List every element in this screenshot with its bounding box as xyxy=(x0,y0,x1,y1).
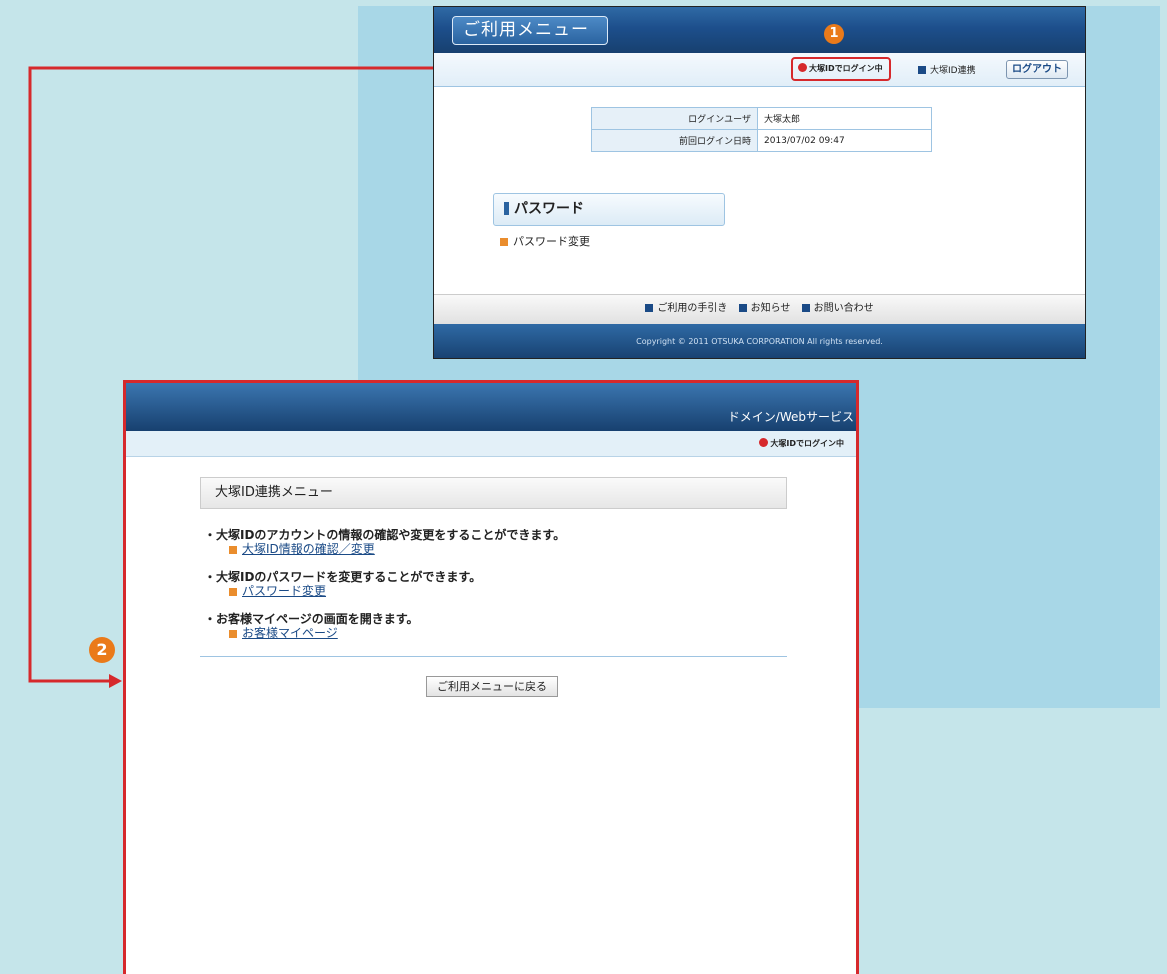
footer-nav: ご利用の手引き お知らせ お問い合わせ xyxy=(434,294,1085,324)
back-to-menu-button[interactable]: ご利用メニューに戻る xyxy=(426,676,558,697)
otsuka-login-status: 大塚IDでログイン中 xyxy=(791,57,891,81)
login-user-value: 大塚太郎 xyxy=(757,107,932,130)
footer-link-label: ご利用の手引き xyxy=(657,303,728,314)
link-label: 大塚ID情報の確認／変更 xyxy=(242,542,375,556)
window-header: ご利用メニュー 1 xyxy=(434,7,1085,53)
service-title: ドメイン/Webサービス xyxy=(727,410,854,424)
table-row: ログインユーザ 大塚太郎 xyxy=(591,107,932,130)
divider xyxy=(200,656,787,657)
page-title: ご利用メニュー xyxy=(452,16,608,45)
account-info-link[interactable]: 大塚ID情報の確認／変更 xyxy=(229,542,375,557)
callout-badge-1: 1 xyxy=(824,24,844,44)
login-status-label: 大塚IDでログイン中 xyxy=(770,439,844,448)
link-label: お客様マイページ xyxy=(242,626,338,640)
arrow-square-icon xyxy=(918,66,926,74)
last-login-value: 2013/07/02 09:47 xyxy=(757,129,932,152)
password-change-link[interactable]: パスワード変更 xyxy=(229,584,326,599)
login-user-label: ログインユーザ xyxy=(591,107,758,130)
footer-link-label: お問い合わせ xyxy=(813,303,874,314)
arrow-square-icon xyxy=(229,630,237,638)
menu-title: 大塚ID連携メニュー xyxy=(200,477,787,509)
callout-badge-2: 2 xyxy=(89,637,115,663)
password-change-label: パスワード変更 xyxy=(513,235,590,248)
otsuka-login-status: 大塚IDでログイン中 xyxy=(759,437,844,451)
item-description: ・大塚IDのパスワードを変更することができます。 xyxy=(204,570,482,584)
footer-link-contact[interactable]: お問い合わせ xyxy=(801,303,874,314)
arrow-square-icon xyxy=(229,546,237,554)
arrow-square-icon xyxy=(738,304,747,312)
otsuka-id-menu-window: ドメイン/Webサービス 大塚IDでログイン中 大塚ID連携メニュー ・大塚ID… xyxy=(123,380,859,974)
login-status-icon xyxy=(798,63,807,72)
item-description: ・大塚IDのアカウントの情報の確認や変更をすることができます。 xyxy=(204,528,566,542)
usage-menu-window: ご利用メニュー 1 大塚IDでログイン中 大塚ID連携 ログアウト ログインユー… xyxy=(433,6,1086,359)
link-label: パスワード変更 xyxy=(242,584,327,598)
footer-link-guide[interactable]: ご利用の手引き xyxy=(645,303,727,314)
login-status-label: 大塚IDでログイン中 xyxy=(809,64,883,73)
login-status-icon xyxy=(759,438,769,447)
last-login-label: 前回ログイン日時 xyxy=(591,129,758,152)
footer-link-label: お知らせ xyxy=(750,303,791,314)
item-description: ・お客様マイページの画面を開きます。 xyxy=(204,612,419,626)
copyright: Copyright © 2011 OTSUKA CORPORATION All … xyxy=(434,324,1085,358)
otsuka-id-link[interactable]: 大塚ID連携 xyxy=(918,62,976,80)
password-section-label: パスワード xyxy=(514,201,584,217)
arrow-square-icon xyxy=(801,304,810,312)
section-bar-icon xyxy=(504,202,509,215)
arrow-square-icon xyxy=(229,588,237,596)
logout-button[interactable]: ログアウト xyxy=(1006,60,1068,79)
my-page-link[interactable]: お客様マイページ xyxy=(229,626,338,641)
password-section-heading: パスワード xyxy=(493,193,725,226)
password-change-link[interactable]: パスワード変更 xyxy=(500,235,590,249)
table-row: 前回ログイン日時 2013/07/02 09:47 xyxy=(591,129,932,152)
toolbar xyxy=(434,53,1085,87)
login-info-table: ログインユーザ 大塚太郎 前回ログイン日時 2013/07/02 09:47 xyxy=(591,107,932,152)
window-header: ドメイン/Webサービス xyxy=(126,383,856,431)
otsuka-id-link-label: 大塚ID連携 xyxy=(930,66,976,76)
status-bar: 大塚IDでログイン中 xyxy=(126,431,856,457)
arrow-square-icon xyxy=(645,304,654,312)
arrow-square-icon xyxy=(500,238,508,246)
footer-link-news[interactable]: お知らせ xyxy=(738,303,791,314)
